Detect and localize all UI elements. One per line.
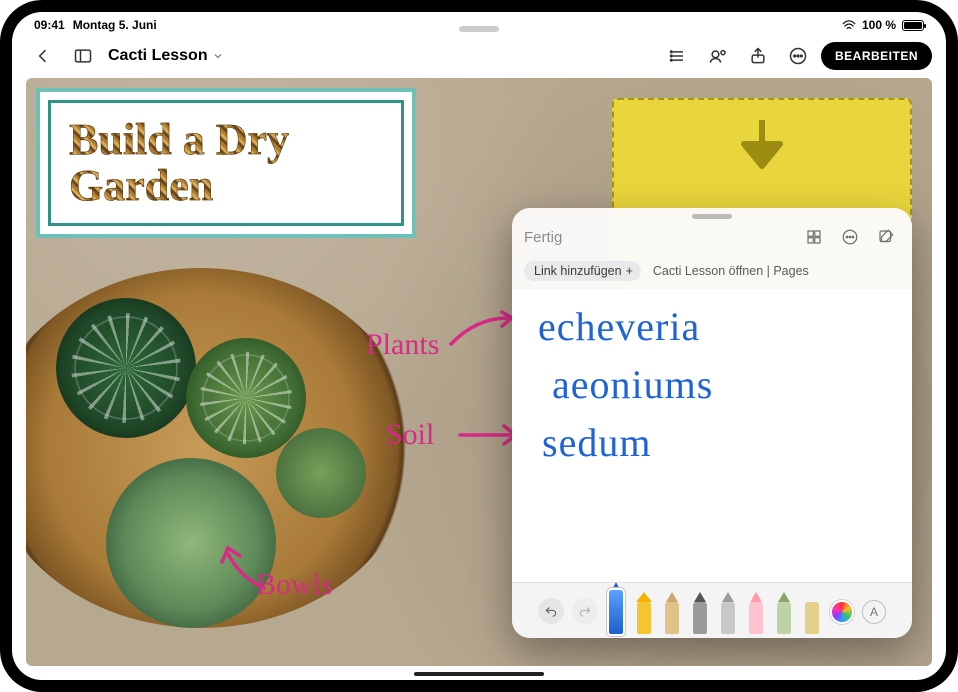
back-button[interactable] — [26, 39, 60, 73]
handwriting-line: echeveria — [538, 303, 700, 350]
title-line-2: Garden — [69, 161, 213, 210]
document-canvas[interactable]: Build a Dry Garden Plants Soil — [26, 78, 932, 666]
tool-marker[interactable] — [634, 592, 654, 634]
battery-icon — [902, 20, 924, 31]
home-indicator[interactable] — [414, 672, 544, 676]
undo-button[interactable] — [538, 598, 564, 624]
status-time: 09:41 — [34, 18, 65, 32]
note-more-button[interactable] — [836, 223, 864, 251]
quick-note-popover[interactable]: Fertig Link hinzufügen + — [512, 208, 912, 638]
text-tool[interactable]: A — [862, 600, 886, 624]
chevron-down-icon — [212, 50, 224, 62]
annotation-plants: Plants — [366, 328, 439, 362]
document-title[interactable]: Cacti Lesson — [108, 47, 224, 65]
tool-liner[interactable] — [690, 592, 710, 634]
app-toolbar: Cacti Lesson BEARBEITEN — [12, 36, 946, 76]
document-title-text: Cacti Lesson — [108, 47, 208, 65]
photo-succulent — [276, 428, 366, 518]
color-picker[interactable] — [830, 600, 854, 624]
tool-pencil[interactable] — [662, 592, 682, 634]
multitask-pill[interactable] — [459, 26, 499, 32]
tool-eraser[interactable] — [746, 592, 766, 634]
add-link-chip[interactable]: Link hinzufügen + — [524, 261, 641, 281]
outline-button[interactable] — [661, 39, 695, 73]
annotation-soil: Soil — [386, 418, 434, 452]
gallery-button[interactable] — [800, 223, 828, 251]
tool-crayon[interactable] — [718, 592, 738, 634]
photo-cactus — [56, 298, 196, 438]
handwriting-line: aeoniums — [552, 361, 713, 408]
compose-button[interactable] — [872, 223, 900, 251]
note-canvas[interactable]: echeveria aeoniums sedum — [512, 289, 912, 582]
plus-icon: + — [626, 264, 633, 278]
handwriting-line: sedum — [542, 419, 651, 466]
annotation-arrow — [216, 538, 276, 598]
sidebar-toggle-button[interactable] — [66, 39, 100, 73]
tool-pen[interactable] — [606, 582, 626, 634]
title-line-1: Build a Dry — [69, 115, 289, 164]
more-button[interactable] — [781, 39, 815, 73]
done-button[interactable]: Fertig — [524, 229, 562, 246]
status-date: Montag 5. Juni — [73, 18, 157, 32]
wifi-icon — [842, 20, 856, 31]
open-source-link[interactable]: Cacti Lesson öffnen | Pages — [653, 264, 809, 278]
title-card: Build a Dry Garden — [36, 88, 416, 238]
redo-button[interactable] — [572, 598, 598, 624]
share-button[interactable] — [741, 39, 775, 73]
photo-cactus — [186, 338, 306, 458]
status-bar: 09:41 Montag 5. Juni 100 % — [12, 12, 946, 34]
tool-ruler[interactable] — [802, 592, 822, 634]
tool-lasso[interactable] — [774, 592, 794, 634]
pen-toolbar: A — [512, 582, 912, 638]
arrow-down-icon — [732, 114, 792, 174]
collaborate-button[interactable] — [701, 39, 735, 73]
edit-button[interactable]: BEARBEITEN — [821, 42, 932, 70]
add-link-label: Link hinzufügen — [534, 264, 622, 278]
battery-percent: 100 % — [862, 18, 896, 32]
